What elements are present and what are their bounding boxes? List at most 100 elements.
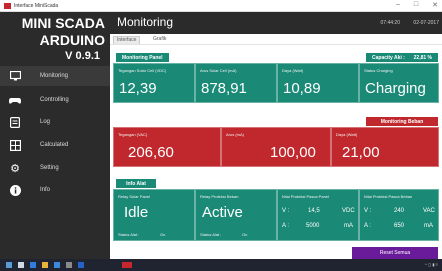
card-label: Relay Proteksi Beban: [200, 194, 239, 199]
info-icon: [6, 184, 24, 196]
monitoring-panel: Tegangan Solar Cell (VDC) 12,39 Arus Sol…: [113, 63, 439, 103]
card-value: 878,91: [201, 80, 247, 97]
window-titlebar: Interface MiniScada – □ ✕: [0, 0, 442, 12]
sidebar-item-label: Info: [40, 187, 51, 193]
solar-voltage-card: Tegangan Solar Cell (VDC) 12,39: [113, 63, 195, 103]
card-label: Relay Solar Panel: [118, 194, 151, 199]
window-controls: – □ ✕: [396, 1, 438, 9]
card-label: Status Charging: [364, 68, 393, 73]
solar-current-card: Arus Solar Cell (mA) 878,91: [195, 63, 277, 103]
sidebar-item-calculated[interactable]: Calculated: [0, 135, 110, 155]
current-value: 650: [394, 223, 405, 229]
relay-beban-card: Relay Proteksi Beban Active Status Alat …: [195, 189, 277, 241]
clock-date: 02-07-2017: [413, 20, 439, 26]
current-label: A :: [282, 223, 290, 229]
voltage-label: V :: [282, 208, 290, 214]
card-label: Tegangan Solar Cell (VDC): [118, 68, 167, 73]
voltage-value: 240: [394, 208, 405, 214]
app-title: MINI SCADA ARDUINO: [0, 16, 105, 48]
app-window: Interface MiniScada – □ ✕ MINI SCADA ARD…: [0, 0, 442, 271]
load-current-card: Arus (mA) 100,00: [221, 127, 331, 167]
solar-power-card: Daya (Watt) 10,89: [277, 63, 359, 103]
tab-grafik[interactable]: Grafik: [150, 36, 169, 44]
close-icon[interactable]: ✕: [432, 1, 438, 9]
card-value: 12,39: [119, 80, 157, 97]
capacity-label: Capacity Aki :: [372, 54, 405, 61]
window-title: Interface MiniScada: [14, 2, 59, 9]
card-label: Tegangan (VAC): [118, 132, 148, 137]
load-voltage-card: Tegangan (VAC) 206,60: [113, 127, 221, 167]
system-tray: ^ ◻ ▮ ≡: [424, 262, 438, 267]
app-title-line2: ARDUINO: [39, 32, 105, 48]
card-label: Arus Solar Cell (mA): [200, 68, 237, 73]
clock-time: 07:44:20: [380, 20, 400, 26]
app-icon: [4, 2, 11, 9]
app-version: V 0.9.1: [65, 50, 100, 62]
card-value: 206,60: [128, 144, 174, 161]
sidebar-item-label: Monitoring: [40, 73, 69, 79]
sidebar-item-label: Calculated: [40, 142, 69, 148]
explorer-icon[interactable]: [42, 262, 48, 268]
sidebar-item-controlling[interactable]: Controlling: [0, 90, 110, 110]
page-title: Monitoring: [117, 15, 174, 29]
capacity-badge: Capacity Aki : 22,81 %: [366, 53, 438, 62]
browser-icon[interactable]: [54, 262, 60, 268]
protection-beban-card: Nilai Proteksi Pasca Beban V : 240 VAC A…: [359, 189, 439, 241]
start-icon[interactable]: [6, 262, 12, 268]
reset-all-button[interactable]: Reset Semua: [352, 247, 438, 259]
voltage-value: 14,5: [308, 208, 320, 214]
search-icon[interactable]: [18, 262, 24, 268]
card-label: Arus (mA): [226, 132, 244, 137]
maximize-icon[interactable]: □: [414, 1, 418, 9]
monitoring-beban-title: Monitoring Beban: [366, 117, 438, 126]
app-title-line1: MINI SCADA: [21, 15, 105, 31]
miniscada-taskbar-icon[interactable]: [122, 262, 132, 268]
info-alat-panel: Relay Solar Panel Idle Status Alat : On …: [113, 189, 439, 241]
app-icon[interactable]: [78, 262, 84, 268]
sidebar-item-label: Setting: [40, 165, 59, 171]
monitor-icon: [6, 71, 24, 81]
log-icon: [6, 116, 24, 128]
status-label: Status Alat :: [118, 232, 140, 237]
sidebar-item-setting[interactable]: ⚙ Setting: [0, 158, 110, 178]
current-label: A :: [364, 223, 372, 229]
card-value: 21,00: [342, 144, 380, 161]
status-value: On: [242, 232, 248, 237]
card-value: Charging: [365, 80, 426, 97]
card-label: Daya (Watt): [282, 68, 304, 73]
voltage-unit: VAC: [423, 208, 435, 214]
card-value: Idle: [124, 204, 149, 221]
card-value: Active: [202, 204, 243, 221]
card-value: 100,00: [270, 144, 316, 161]
charging-status-card: Status Charging Charging: [359, 63, 439, 103]
sidebar: MINI SCADA ARDUINO V 0.9.1 Monitoring Co…: [0, 12, 110, 259]
status-label: Status Alat :: [200, 232, 222, 237]
protection-panel-card: Nilai Proteksi Pasca Panel V : 14,5 VDC …: [277, 189, 359, 241]
relay-solar-card: Relay Solar Panel Idle Status Alat : On: [113, 189, 195, 241]
page-header: Monitoring 07:44:20 02-07-2017: [110, 12, 442, 34]
info-alat-title: Info Alat: [116, 179, 156, 188]
app-icon[interactable]: [66, 262, 72, 268]
load-power-card: Daya (Watt) 21,00: [331, 127, 439, 167]
voltage-unit: VDC: [342, 208, 355, 214]
calculator-icon: [6, 139, 24, 151]
capacity-value: 22,81 %: [413, 54, 432, 61]
tab-bar: Interface Grafik: [110, 34, 442, 45]
gamepad-icon: [6, 96, 24, 105]
minimize-icon[interactable]: –: [396, 1, 400, 9]
sidebar-item-monitoring[interactable]: Monitoring: [0, 66, 110, 86]
monitoring-panel-title: Monitoring Panel: [116, 53, 169, 62]
sidebar-item-info[interactable]: Info: [0, 180, 110, 200]
card-value: 10,89: [283, 80, 321, 97]
card-label: Nilai Proteksi Pasca Beban: [364, 194, 413, 199]
status-value: On: [160, 232, 166, 237]
sidebar-item-log[interactable]: Log: [0, 112, 110, 132]
card-label: Daya (Watt): [336, 132, 358, 137]
current-value: 5000: [306, 223, 320, 229]
tab-interface[interactable]: Interface: [113, 36, 141, 44]
card-label: Nilai Proteksi Pasca Panel: [282, 194, 329, 199]
current-unit: mA: [344, 223, 353, 229]
taskview-icon[interactable]: [30, 262, 36, 268]
voltage-label: V :: [364, 208, 372, 214]
sidebar-item-label: Log: [40, 119, 51, 125]
